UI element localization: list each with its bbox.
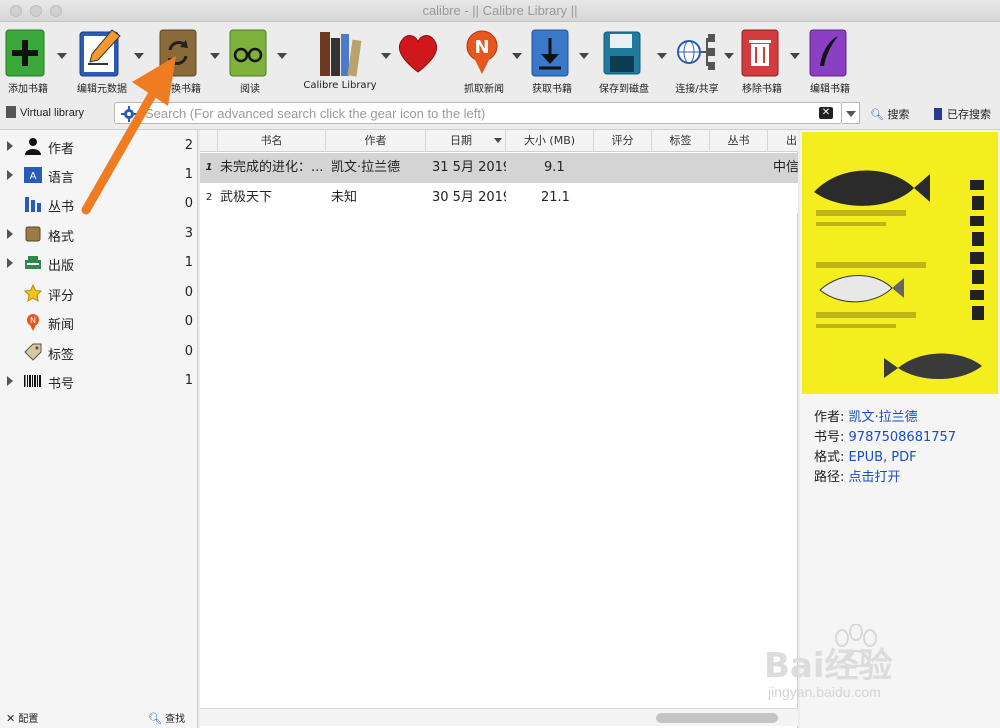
baidu-watermark: Bai经验 jingyan.baidu.com [760,623,980,708]
watermark-brand: Bai经验 [764,646,893,686]
watermark-url: jingyan.baidu.com [768,684,881,700]
orange-annotation-arrow [81,56,176,215]
